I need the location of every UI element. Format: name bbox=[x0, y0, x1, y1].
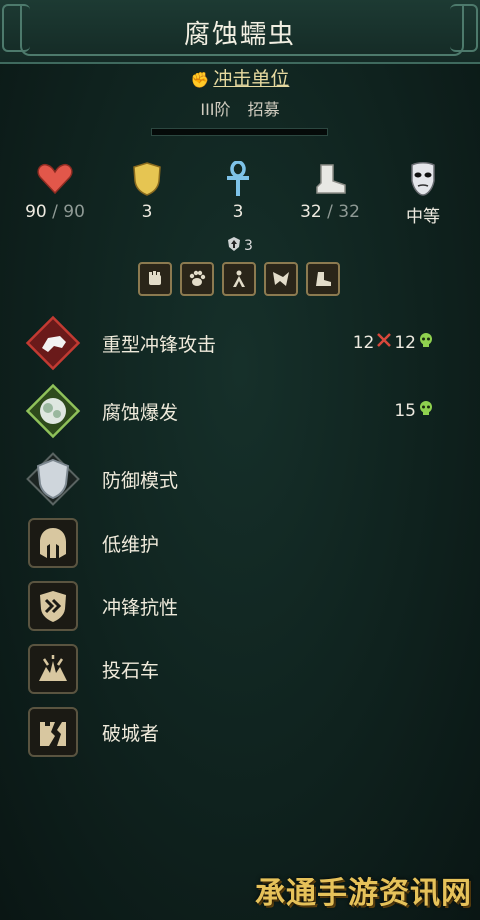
defense-value: 3 bbox=[141, 202, 153, 222]
watermark-text: 承通手游资讯网 bbox=[255, 876, 472, 911]
movement-max: 32 bbox=[338, 202, 360, 222]
crossed-swords-icon bbox=[376, 332, 392, 353]
ability-name: 破城者 bbox=[102, 723, 160, 745]
ability-defense-mode[interactable]: 防御模式 bbox=[24, 450, 464, 508]
low-maintenance-icon-wrap bbox=[24, 514, 82, 572]
broken-wall-icon bbox=[28, 707, 78, 757]
ability-name: 投石车 bbox=[102, 660, 160, 682]
ability-heavy-charge[interactable]: 重型冲锋攻击 12 12 bbox=[24, 314, 464, 372]
unit-class-label[interactable]: 冲击单位 bbox=[213, 68, 289, 90]
damage-value-2: 12 bbox=[394, 332, 416, 353]
paw-trait-icon[interactable] bbox=[180, 262, 214, 296]
stat-movement[interactable]: 32 / 32 bbox=[290, 160, 370, 222]
boot-trait-icon[interactable] bbox=[306, 262, 340, 296]
armor-arrow-icon bbox=[226, 236, 242, 256]
ability-damage: 15 bbox=[394, 400, 434, 421]
helmet-icon bbox=[28, 518, 78, 568]
resistance-value: 3 bbox=[232, 202, 244, 222]
ability-charge-resistance[interactable]: 冲锋抗性 bbox=[24, 577, 464, 635]
charge-attack-icon bbox=[24, 314, 82, 372]
wing-trait-icon[interactable] bbox=[264, 262, 298, 296]
heart-icon bbox=[15, 160, 95, 198]
fist-trait-icon[interactable] bbox=[138, 262, 172, 296]
unit-tier-row: III阶 招募 bbox=[0, 96, 480, 120]
damage-value: 12 bbox=[352, 332, 375, 353]
fist-icon: ✊ bbox=[190, 71, 210, 89]
unit-name: 腐蚀蠕虫 bbox=[183, 20, 296, 50]
ability-name: 防御模式 bbox=[102, 470, 179, 492]
ability-low-maintenance[interactable]: 低维护 bbox=[24, 514, 464, 572]
unit-tier: III阶 bbox=[200, 100, 231, 119]
damage-value: 15 bbox=[394, 400, 416, 421]
armor-value: 3 bbox=[244, 238, 253, 254]
corrosion-burst-icon bbox=[24, 382, 82, 440]
catapult-icon-wrap bbox=[24, 640, 82, 698]
ability-name: 重型冲锋攻击 bbox=[102, 334, 217, 356]
health-sep: / bbox=[46, 202, 64, 222]
boot-icon bbox=[290, 160, 370, 198]
armor-indicator[interactable]: 3 bbox=[226, 236, 266, 256]
ability-name: 低维护 bbox=[102, 534, 160, 556]
ability-name: 冲锋抗性 bbox=[102, 597, 179, 619]
defense-mode-icon bbox=[24, 450, 82, 508]
shield-icon bbox=[107, 160, 187, 198]
trait-row bbox=[138, 262, 340, 296]
charge-resist-icon-wrap bbox=[24, 577, 82, 635]
wall-breaker-icon-wrap bbox=[24, 703, 82, 761]
movement-current: 32 bbox=[300, 202, 322, 222]
unit-recruit: 招募 bbox=[247, 100, 280, 119]
stat-defense[interactable]: 3 bbox=[107, 160, 187, 222]
unit-panel: 腐蚀蠕虫 ✊冲击单位 III阶 招募 90 / 90 3 3 32 / 32 bbox=[0, 0, 480, 920]
ability-name: 腐蚀爆发 bbox=[102, 402, 179, 424]
chevron-shield-icon bbox=[28, 581, 78, 631]
morale-value: 中等 bbox=[406, 207, 440, 227]
ability-corrosive-burst[interactable]: 腐蚀爆发 15 bbox=[24, 382, 464, 440]
catapult-icon bbox=[28, 644, 78, 694]
title-bar: 腐蚀蠕虫 bbox=[0, 0, 480, 64]
ability-catapult[interactable]: 投石车 bbox=[24, 640, 464, 698]
ability-damage: 12 12 bbox=[353, 332, 434, 353]
skull-icon bbox=[418, 332, 434, 353]
health-max: 90 bbox=[63, 202, 85, 222]
unit-class[interactable]: ✊ 冲击单位 bbox=[0, 64, 480, 91]
stat-health[interactable]: 90 / 90 bbox=[15, 160, 95, 222]
ankh-icon bbox=[198, 160, 278, 198]
movement-sep: / bbox=[321, 202, 339, 222]
health-current: 90 bbox=[25, 202, 47, 222]
ability-wall-breaker[interactable]: 破城者 bbox=[24, 703, 464, 761]
xp-bar bbox=[151, 128, 328, 136]
stat-morale[interactable]: 中等 bbox=[383, 160, 463, 227]
mask-icon bbox=[383, 160, 463, 198]
figure-trait-icon[interactable] bbox=[222, 262, 256, 296]
stat-resistance[interactable]: 3 bbox=[198, 160, 278, 222]
skull-icon bbox=[418, 400, 434, 421]
